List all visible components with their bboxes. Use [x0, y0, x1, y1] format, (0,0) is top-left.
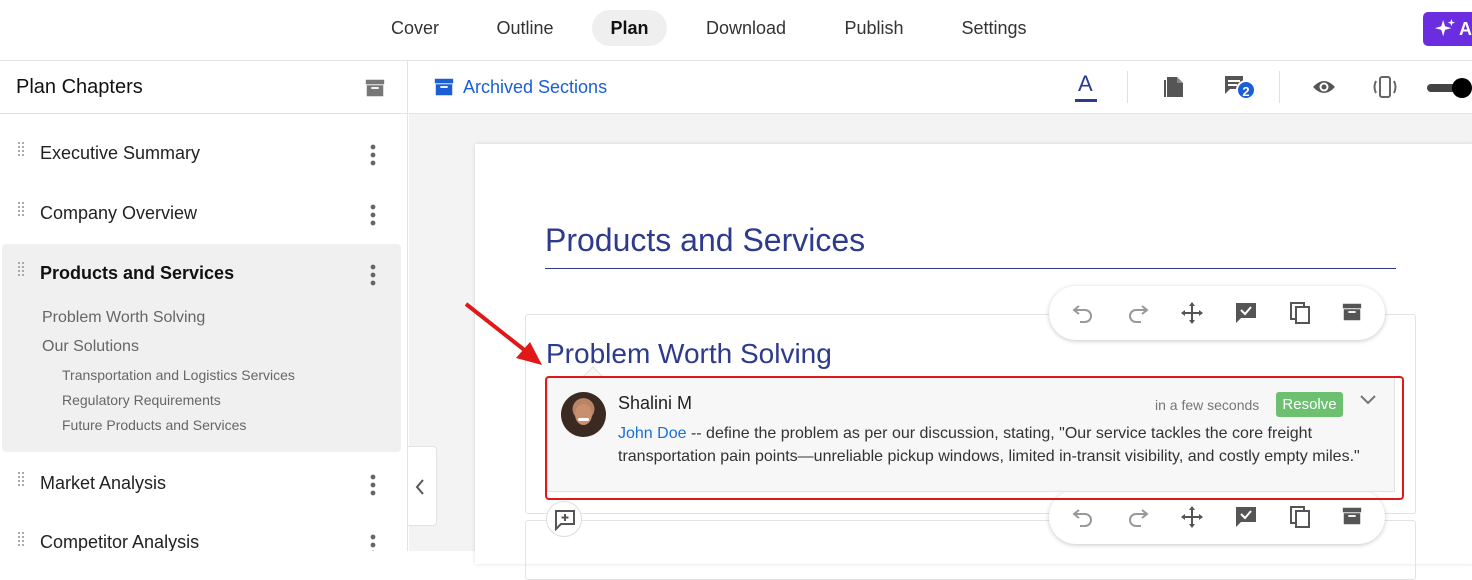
- archive-icon: [433, 76, 455, 98]
- drag-handle-icon[interactable]: [18, 142, 24, 160]
- chapter-label: Executive Summary: [40, 143, 200, 164]
- tab-settings[interactable]: Settings: [948, 10, 1040, 46]
- chevron-left-icon: [415, 479, 425, 495]
- text-style-button[interactable]: A: [1075, 71, 1101, 103]
- tab-plan[interactable]: Plan: [592, 10, 667, 46]
- tab-download[interactable]: Download: [696, 10, 796, 46]
- chapter-executive-summary[interactable]: Executive Summary: [2, 132, 401, 172]
- duplicate-icon[interactable]: [1288, 505, 1312, 534]
- sparkle-icon: [1434, 18, 1456, 40]
- redo-icon[interactable]: [1126, 301, 1150, 330]
- more-vertical-icon[interactable]: [370, 264, 376, 286]
- move-icon[interactable]: [1180, 505, 1204, 534]
- chapter-label: Competitor Analysis: [40, 532, 199, 551]
- document-icon[interactable]: [1163, 75, 1185, 99]
- add-comment-button[interactable]: [546, 501, 582, 537]
- duplicate-icon[interactable]: [1288, 301, 1312, 330]
- sidebar-header: Plan Chapters: [0, 61, 407, 114]
- drag-handle-icon[interactable]: [18, 202, 24, 220]
- more-vertical-icon[interactable]: [370, 144, 376, 166]
- collapse-sidebar-button[interactable]: [408, 446, 437, 526]
- undo-icon[interactable]: [1071, 301, 1095, 330]
- subsection-problem-worth-solving[interactable]: Problem Worth Solving: [42, 309, 205, 327]
- chapter-company-overview[interactable]: Company Overview: [2, 192, 401, 232]
- add-comment-icon: [554, 509, 576, 531]
- subsection-transportation-logistics[interactable]: Transportation and Logistics Services: [62, 367, 295, 383]
- ai-button-label: A: [1459, 12, 1472, 46]
- comments-count-badge: 2: [1236, 80, 1256, 100]
- document-page: Products and Services: [475, 144, 1472, 564]
- more-vertical-icon[interactable]: [370, 534, 376, 551]
- subsection-regulatory-requirements[interactable]: Regulatory Requirements: [62, 392, 221, 408]
- more-vertical-icon[interactable]: [370, 204, 376, 226]
- chapter-competitor-analysis[interactable]: Competitor Analysis: [2, 522, 401, 551]
- undo-icon[interactable]: [1071, 505, 1095, 534]
- section-toolbar: [1049, 286, 1385, 340]
- chapter-products-and-services[interactable]: Products and Services Problem Worth Solv…: [2, 244, 401, 452]
- archive-icon[interactable]: [1341, 505, 1363, 532]
- edit-mode-toggle[interactable]: [1425, 77, 1469, 99]
- comment-highlight-annotation: [545, 376, 1404, 500]
- ai-assistant-button[interactable]: A: [1423, 12, 1472, 46]
- drag-handle-icon[interactable]: [18, 472, 24, 490]
- section-heading[interactable]: Problem Worth Solving: [546, 338, 832, 370]
- comments-button[interactable]: 2: [1223, 74, 1257, 102]
- drag-handle-icon[interactable]: [18, 262, 24, 280]
- archive-icon[interactable]: [1341, 301, 1363, 328]
- more-vertical-icon[interactable]: [370, 474, 376, 496]
- archived-sections-link[interactable]: Archived Sections: [463, 77, 607, 98]
- chapter-heading[interactable]: Products and Services: [545, 222, 865, 259]
- archive-icon[interactable]: [364, 77, 386, 99]
- tab-cover[interactable]: Cover: [378, 10, 452, 46]
- chapter-label: Company Overview: [40, 203, 197, 224]
- redo-icon[interactable]: [1126, 505, 1150, 534]
- comment-check-icon[interactable]: [1234, 505, 1258, 534]
- drag-handle-icon[interactable]: [18, 532, 24, 550]
- move-icon[interactable]: [1180, 301, 1204, 330]
- top-navigation: Cover Outline Plan Download Publish Sett…: [0, 0, 1472, 61]
- tab-publish[interactable]: Publish: [832, 10, 916, 46]
- editor-toolbar: Archived Sections A 2: [409, 61, 1472, 114]
- chapter-label: Products and Services: [40, 263, 234, 284]
- subsection-future-products[interactable]: Future Products and Services: [62, 417, 246, 433]
- tab-outline[interactable]: Outline: [484, 10, 566, 46]
- chapter-market-analysis[interactable]: Market Analysis: [2, 462, 401, 502]
- comment-check-icon[interactable]: [1234, 301, 1258, 330]
- annotation-arrow-icon: [462, 300, 552, 372]
- device-preview-icon[interactable]: [1371, 75, 1399, 99]
- plan-chapters-sidebar: Plan Chapters Executive Summary Company …: [0, 61, 408, 551]
- sidebar-title: Plan Chapters: [16, 76, 143, 99]
- text-style-glyph: A: [1078, 71, 1093, 97]
- preview-eye-icon[interactable]: [1312, 78, 1336, 96]
- subsection-our-solutions[interactable]: Our Solutions: [42, 338, 139, 356]
- chapter-label: Market Analysis: [40, 473, 166, 494]
- heading-divider: [545, 268, 1396, 269]
